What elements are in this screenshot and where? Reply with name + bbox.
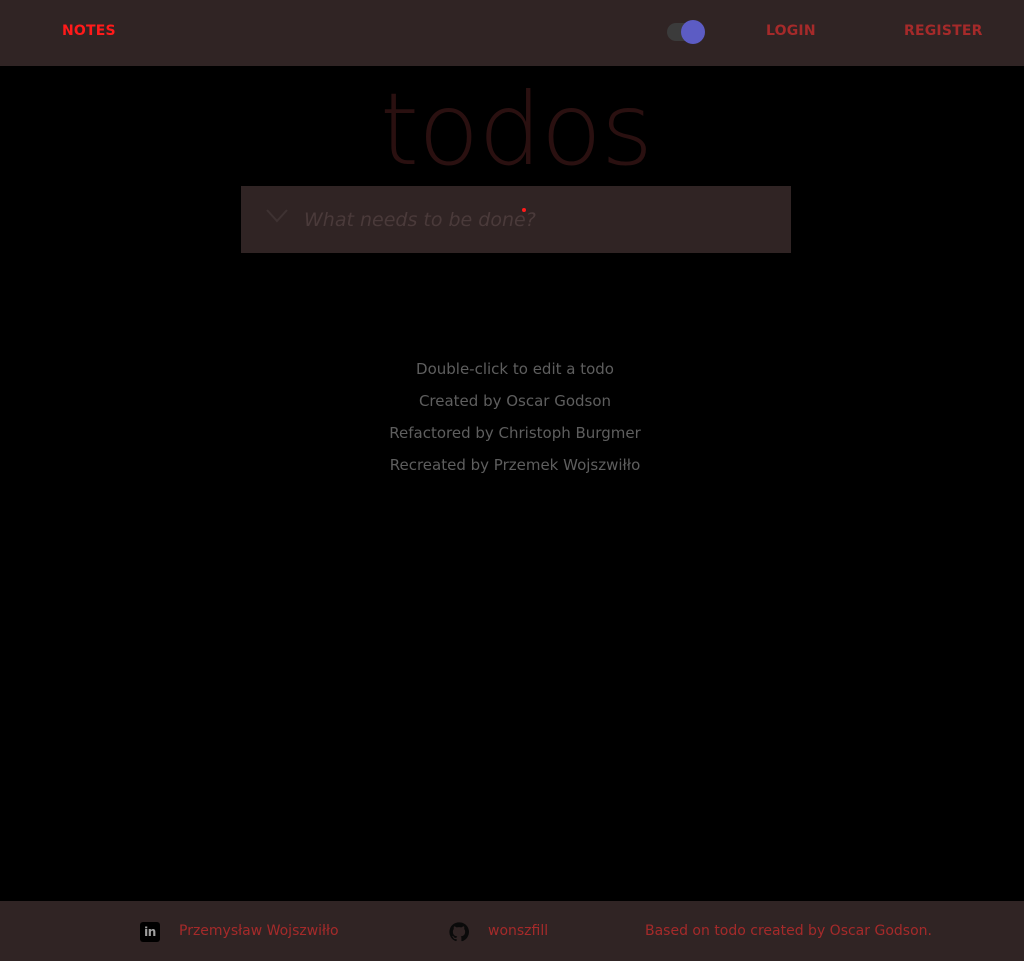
required-indicator <box>522 208 526 212</box>
page-title: todos <box>379 71 653 188</box>
footer-github-link[interactable]: wonszfill <box>488 923 548 939</box>
navbar: NOTES LOGIN REGISTER <box>0 0 1024 66</box>
footer: in Przemysław Wojszwiłło wonszfill Based… <box>0 901 1024 961</box>
register-link[interactable]: REGISTER <box>904 23 983 39</box>
info-line-recreated-by: Recreated by Przemek Wojszwiłło <box>389 456 641 474</box>
info-line-refactored-by: Refactored by Christoph Burgmer <box>389 424 641 442</box>
new-todo-input[interactable] <box>304 203 774 237</box>
info-section: Double-click to edit a todo Created by O… <box>0 356 1024 484</box>
github-icon[interactable] <box>448 921 470 943</box>
chevron-down-icon[interactable] <box>266 209 288 223</box>
login-link[interactable]: LOGIN <box>766 23 816 39</box>
theme-toggle-knob <box>681 20 705 44</box>
theme-toggle[interactable] <box>667 20 705 44</box>
footer-author-link[interactable]: Przemysław Wojszwiłło <box>179 923 339 939</box>
info-line-created-by: Created by Oscar Godson <box>418 392 612 410</box>
linkedin-icon[interactable]: in <box>140 922 160 942</box>
footer-credit-link[interactable]: Based on todo created by Oscar Godson. <box>645 923 932 939</box>
nav-brand-notes[interactable]: NOTES <box>62 23 116 39</box>
info-line-edit-hint: Double-click to edit a todo <box>416 360 614 378</box>
